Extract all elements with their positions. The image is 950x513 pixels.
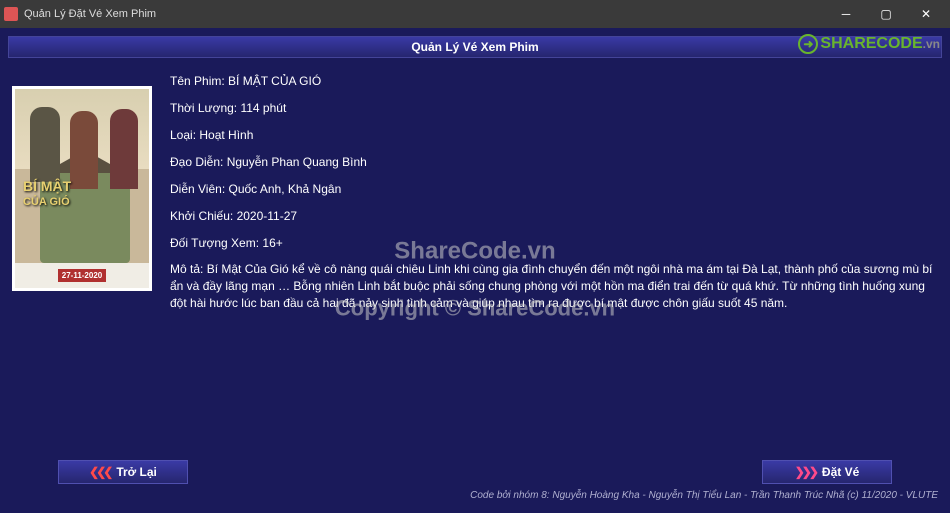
minimize-button[interactable]: ─ [826, 0, 866, 28]
movie-release-value: 2020-11-27 [237, 209, 298, 223]
book-button[interactable]: ❯❯❯ Đặt Vé [762, 460, 892, 484]
bottom-bar: ❮❮❮ Trở Lại ❯❯❯ Đặt Vé Code bởi nhóm 8: … [8, 460, 942, 501]
movie-duration-label: Thời Lượng [170, 101, 240, 115]
back-button-label: Trở Lại [116, 465, 157, 479]
chevron-right-icon: ❯❯❯ [795, 465, 816, 479]
movie-genre-label: Loại [170, 128, 199, 142]
app-body: ➜SHARECODE.vn Quản Lý Vé Xem Phim BÍ MẬT… [0, 28, 950, 513]
movie-name-value: BÍ MẬT CỦA GIÓ [228, 74, 321, 88]
close-button[interactable]: ✕ [906, 0, 946, 28]
movie-director-label: Đạo Diễn [170, 155, 227, 169]
movie-release-row: Khởi Chiếu2020-11-27 [170, 207, 938, 225]
movie-rating-value: 16+ [262, 236, 282, 250]
back-button[interactable]: ❮❮❮ Trở Lại [58, 460, 188, 484]
movie-cast-row: Diễn ViênQuốc Anh, Khả Ngân [170, 180, 938, 198]
page-title: Quản Lý Vé Xem Phim [411, 40, 538, 54]
book-button-label: Đặt Vé [822, 465, 859, 479]
movie-description-label: Mô tả [170, 262, 207, 276]
page-header: Quản Lý Vé Xem Phim [8, 36, 942, 58]
movie-director-value: Nguyễn Phan Quang Bình [227, 155, 367, 169]
movie-cast-label: Diễn Viên [170, 182, 229, 196]
chevron-left-icon: ❮❮❮ [89, 465, 110, 479]
movie-name-label: Tên Phim [170, 74, 228, 88]
footer-credit: Code bởi nhóm 8: Nguyễn Hoàng Kha - Nguy… [8, 490, 942, 501]
maximize-button[interactable]: ▢ [866, 0, 906, 28]
movie-poster: BÍ MẬT CỦA GIÓ 27-11-2020 [12, 86, 152, 291]
movie-cast-value: Quốc Anh, Khả Ngân [229, 182, 342, 196]
window-title: Quản Lý Đặt Vé Xem Phim [24, 8, 156, 20]
movie-name-row: Tên PhimBÍ MẬT CỦA GIÓ [170, 72, 938, 90]
movie-genre-row: LoạiHoạt Hình [170, 126, 938, 144]
movie-duration-row: Thời Lượng114 phút [170, 99, 938, 117]
window-controls: ─ ▢ ✕ [826, 0, 946, 28]
movie-rating-row: Đối Tượng Xem16+ [170, 234, 938, 252]
movie-duration-value: 114 phút [240, 101, 286, 115]
app-icon [4, 7, 18, 21]
movie-details: Tên PhimBÍ MẬT CỦA GIÓ Thời Lượng114 phú… [170, 72, 938, 320]
movie-description-value: Bí Mật Của Gió kể về cô nàng quái chiêu … [170, 262, 932, 310]
window-titlebar: Quản Lý Đặt Vé Xem Phim ─ ▢ ✕ [0, 0, 950, 28]
movie-description-row: Mô tảBí Mật Của Gió kể về cô nàng quái c… [170, 261, 938, 311]
movie-director-row: Đạo DiễnNguyễn Phan Quang Bình [170, 153, 938, 171]
movie-content: BÍ MẬT CỦA GIÓ 27-11-2020 Tên PhimBÍ MẬT… [8, 58, 942, 320]
movie-release-label: Khởi Chiếu [170, 209, 237, 223]
movie-rating-label: Đối Tượng Xem [170, 236, 262, 250]
movie-genre-value: Hoạt Hình [199, 128, 253, 142]
